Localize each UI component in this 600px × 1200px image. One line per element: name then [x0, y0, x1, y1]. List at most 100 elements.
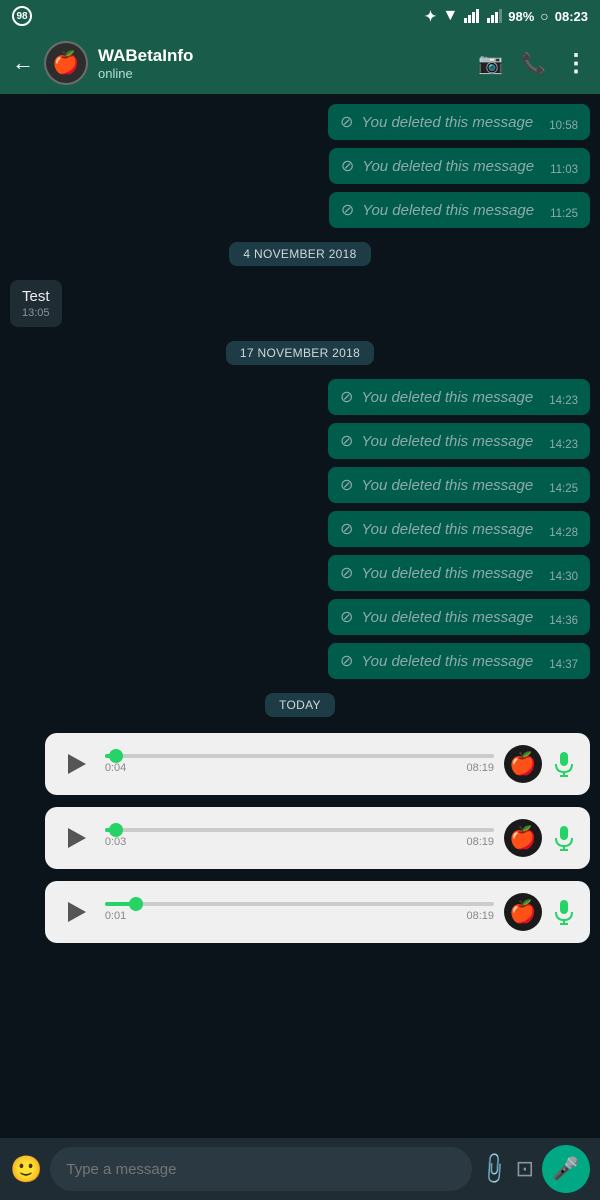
deleted-text: You deleted this message: [361, 114, 533, 131]
emoji-button[interactable]: 🙂: [10, 1154, 42, 1185]
play-icon: [68, 828, 86, 848]
deleted-icon: ⊘: [341, 200, 354, 220]
attach-button[interactable]: 📎: [475, 1150, 513, 1188]
message-time: 14:36: [549, 615, 578, 627]
deleted-text: You deleted this message: [361, 433, 533, 450]
contact-avatar[interactable]: 🍎: [44, 41, 88, 85]
play-button[interactable]: [59, 746, 95, 782]
sender-avatar: 🍎: [504, 745, 542, 783]
date-divider: 17 NOVEMBER 2018: [226, 341, 374, 365]
avatar-icon: 🍎: [509, 751, 536, 777]
voice-duration: 0:03: [105, 836, 126, 848]
notification-badge: 98: [12, 6, 32, 26]
chat-header: ← 🍎 WABetaInfo online 📷 📞 ⋮: [0, 32, 600, 94]
waveform-container: 0:04 08:19: [105, 754, 494, 774]
mic-send-button[interactable]: 🎤: [542, 1145, 590, 1193]
list-item: Test 13:05: [10, 280, 62, 327]
voice-waveform: [105, 754, 494, 758]
voice-times: 0:04 08:19: [105, 762, 494, 774]
deleted-icon: ⊘: [340, 607, 353, 627]
avatar-icon: 🍎: [509, 825, 536, 851]
avatar-icon: 🍎: [509, 899, 536, 925]
signal-bars-2: [487, 9, 502, 23]
voice-dot: [109, 823, 123, 837]
deleted-text: You deleted this message: [362, 158, 534, 175]
deleted-icon: ⊘: [340, 112, 353, 132]
voice-duration: 0:01: [105, 910, 126, 922]
signal-bars: [464, 9, 479, 23]
status-bar: 98 ✦ ▼ 98% ○ 08:23: [0, 0, 600, 32]
more-options-button[interactable]: ⋮: [564, 49, 588, 78]
list-item: ⊘ You deleted this message 14:23: [328, 423, 590, 459]
bluetooth-icon: ✦: [425, 8, 437, 25]
voice-dot: [109, 749, 123, 763]
back-button[interactable]: ←: [12, 50, 34, 76]
sender-avatar: 🍎: [504, 893, 542, 931]
list-item: ⊘ You deleted this message 10:58: [328, 104, 590, 140]
avatar-icon: 🍎: [52, 50, 79, 76]
list-item: ⊘ You deleted this message 11:25: [329, 192, 590, 228]
voice-mic-icon: [552, 826, 576, 850]
play-icon: [68, 754, 86, 774]
notification-count: 98: [16, 11, 27, 22]
voice-waveform: [105, 902, 494, 906]
voice-sent-time: 08:19: [466, 762, 494, 774]
battery-text: 98%: [508, 9, 534, 24]
message-time: 11:03: [550, 164, 578, 176]
message-time: 14:23: [549, 439, 578, 451]
battery-icon: ○: [540, 8, 548, 24]
clock: 08:23: [555, 9, 588, 24]
list-item: ⊘ You deleted this message 14:37: [328, 643, 590, 679]
message-time: 14:28: [549, 527, 578, 539]
contact-status: online: [98, 66, 468, 81]
list-item: 0:03 08:19 🍎: [45, 807, 590, 869]
voice-sent-time: 08:19: [466, 910, 494, 922]
list-item: ⊘ You deleted this message 14:36: [328, 599, 590, 635]
voice-times: 0:01 08:19: [105, 910, 494, 922]
message-time: 14:23: [549, 395, 578, 407]
deleted-text: You deleted this message: [361, 609, 533, 626]
wifi-icon: ▼: [442, 7, 458, 25]
voice-times: 0:03 08:19: [105, 836, 494, 848]
deleted-text: You deleted this message: [361, 565, 533, 582]
deleted-icon: ⊘: [340, 475, 353, 495]
deleted-icon: ⊘: [340, 387, 353, 407]
sender-avatar: 🍎: [504, 819, 542, 857]
voice-waveform: [105, 828, 494, 832]
header-actions: 📷 📞 ⋮: [478, 49, 588, 78]
contact-name: WABetaInfo: [98, 46, 468, 66]
list-item: 0:04 08:19 🍎: [45, 733, 590, 795]
voice-duration: 0:04: [105, 762, 126, 774]
list-item: 0:01 08:19 🍎: [45, 881, 590, 943]
camera-button[interactable]: ⊡: [516, 1156, 534, 1182]
list-item: ⊘ You deleted this message 14:23: [328, 379, 590, 415]
message-text: Test: [22, 288, 50, 305]
list-item: ⊘ You deleted this message 14:30: [328, 555, 590, 591]
voice-call-button[interactable]: 📞: [521, 51, 546, 76]
video-call-button[interactable]: 📷: [478, 51, 503, 76]
deleted-icon: ⊘: [340, 519, 353, 539]
deleted-text: You deleted this message: [361, 477, 533, 494]
contact-info[interactable]: WABetaInfo online: [98, 46, 468, 81]
message-time: 13:05: [22, 307, 50, 319]
list-item: ⊘ You deleted this message 14:25: [328, 467, 590, 503]
waveform-container: 0:03 08:19: [105, 828, 494, 848]
deleted-text: You deleted this message: [361, 521, 533, 538]
waveform-container: 0:01 08:19: [105, 902, 494, 922]
deleted-icon: ⊘: [340, 651, 353, 671]
chat-area: ⊘ You deleted this message 10:58 ⊘ You d…: [0, 94, 600, 1138]
deleted-icon: ⊘: [340, 431, 353, 451]
voice-mic-icon: [552, 752, 576, 776]
play-button[interactable]: [59, 894, 95, 930]
play-button[interactable]: [59, 820, 95, 856]
message-time: 14:30: [549, 571, 578, 583]
status-left: 98: [12, 6, 32, 26]
message-time: 10:58: [549, 120, 578, 132]
list-item: ⊘ You deleted this message 14:28: [328, 511, 590, 547]
date-divider-today: TODAY: [265, 693, 335, 717]
message-time: 14:37: [549, 659, 578, 671]
voice-sent-time: 08:19: [466, 836, 494, 848]
message-input[interactable]: [50, 1147, 472, 1191]
deleted-text: You deleted this message: [361, 389, 533, 406]
input-area: 🙂 📎 ⊡ 🎤: [0, 1138, 600, 1200]
